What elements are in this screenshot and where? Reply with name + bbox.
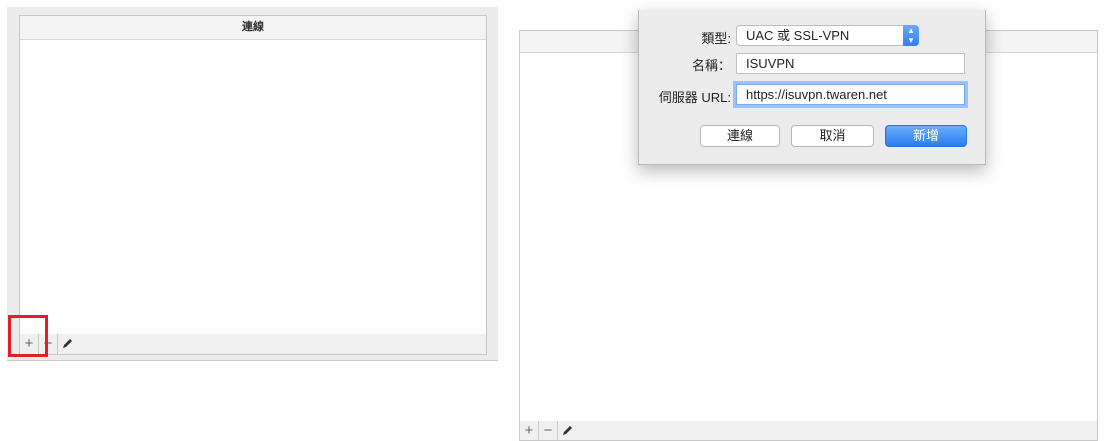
- list-toolbar-right: + −: [519, 421, 1098, 441]
- edit-connection-button-right[interactable]: [558, 421, 576, 440]
- connect-button[interactable]: 連線: [700, 125, 780, 147]
- select-stepper-icon: ▴ ▾: [903, 25, 919, 46]
- edit-connection-button[interactable]: [58, 334, 76, 354]
- type-select[interactable]: UAC 或 SSL-VPN ▴ ▾: [736, 25, 919, 46]
- connections-list[interactable]: 連線: [19, 15, 487, 335]
- add-connection-button-right[interactable]: +: [520, 421, 539, 440]
- annotation-highlight-box: [8, 315, 48, 357]
- server-url-input[interactable]: [736, 84, 965, 105]
- connections-column-header[interactable]: 連線: [20, 16, 486, 40]
- left-preferences-panel: 連線 + −: [7, 7, 498, 361]
- add-connection-sheet: 類型: UAC 或 SSL-VPN ▴▾ 名稱： 伺服器 URL: 連線 取消 …: [638, 10, 986, 165]
- type-label: 類型:: [701, 31, 731, 46]
- add-button[interactable]: 新增: [885, 125, 967, 147]
- cancel-button[interactable]: 取消: [791, 125, 874, 147]
- name-input[interactable]: [736, 53, 965, 74]
- type-select-value: UAC 或 SSL-VPN: [746, 28, 850, 43]
- pencil-icon: [562, 426, 572, 435]
- remove-connection-button-right[interactable]: −: [539, 421, 558, 440]
- name-label: 名稱：: [691, 58, 731, 73]
- list-toolbar: + −: [19, 334, 487, 355]
- server-url-label: 伺服器 URL:: [658, 90, 731, 105]
- pencil-icon: [62, 339, 72, 348]
